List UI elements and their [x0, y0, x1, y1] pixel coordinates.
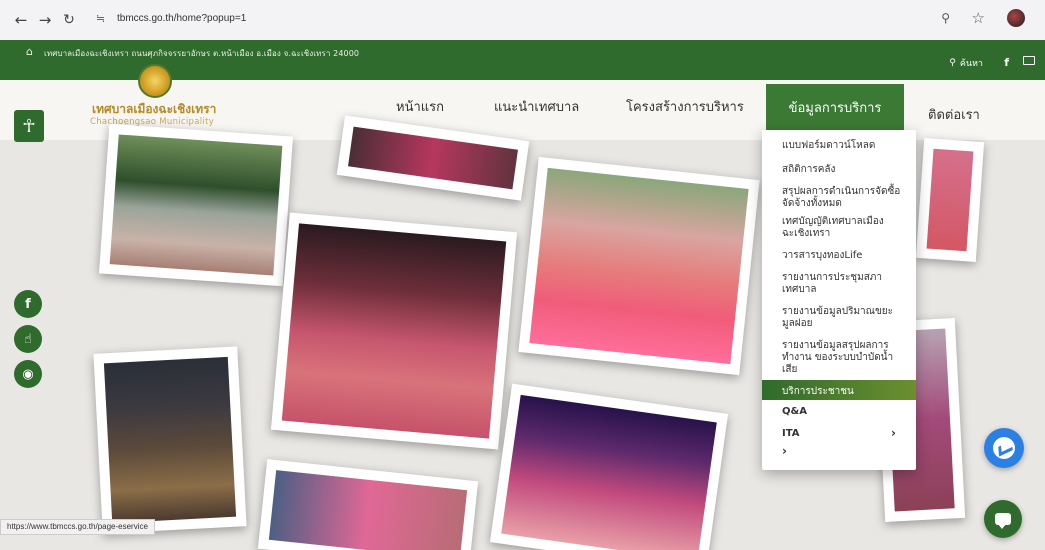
accessibility-icon[interactable]: ☥	[14, 110, 44, 142]
menu-item-eservice[interactable]: บริการประชาชน	[762, 380, 916, 400]
collage-photo	[98, 123, 294, 287]
nav-home[interactable]: หน้าแรก	[396, 96, 444, 117]
collage-photo	[270, 212, 518, 450]
messenger-icon[interactable]	[984, 428, 1024, 468]
municipality-address: เทศบาลเมืองฉะเชิงเทรา ถนนศุภกิจจรรยาอักษ…	[44, 49, 360, 58]
browser-toolbar: ← → ↻ ≒ tbmccs.go.th/home?popup=1 ⚲ ☆	[0, 0, 1045, 40]
facebook-icon[interactable]: f	[14, 290, 42, 318]
address-bar-url[interactable]: tbmccs.go.th/home?popup=1	[117, 13, 246, 24]
menu-item-council-minutes[interactable]: รายงานการประชุมสภาเทศบาล	[782, 272, 902, 296]
status-bar-url: https://www.tbmccs.go.th/page-eservice	[0, 519, 155, 535]
back-arrow-icon[interactable]: ←	[10, 9, 32, 31]
menu-item-qa[interactable]: Q&A	[782, 406, 902, 418]
site-address-bar: ⌂ เทศบาลเมืองฉะเชิงเทรา ถนนศุภกิจจรรยาอั…	[0, 40, 1045, 64]
search-icon: ⚲	[949, 58, 956, 68]
profile-avatar-icon[interactable]	[1007, 9, 1025, 27]
collage-photo	[93, 346, 247, 534]
chevron-right-icon[interactable]: ›	[891, 426, 896, 440]
menu-item-journal[interactable]: วารสารบุงทองLife	[782, 250, 902, 262]
menu-item-ita[interactable]: ITA	[782, 428, 902, 440]
search-link[interactable]: ⚲ ค้นหา	[949, 56, 983, 70]
bookmark-star-icon[interactable]: ☆	[972, 9, 985, 27]
reload-icon[interactable]: ↻	[58, 9, 80, 31]
chevron-right-icon[interactable]: ›	[782, 444, 787, 458]
services-dropdown-menu: แบบฟอร์มดาวน์โหลด สถิติการคลัง สรุปผลการ…	[762, 130, 916, 470]
menu-item-eservice-label: บริการประชาชน	[782, 386, 854, 397]
forward-arrow-icon[interactable]: →	[34, 9, 56, 31]
menu-item-ordinances[interactable]: เทศบัญญัติเทศบาลเมืองฉะเชิงเทรา	[782, 216, 902, 240]
menu-item-procurement-summary[interactable]: สรุปผลการดำเนินการจัดซื้อจัดจ้างทั้งหมด	[782, 186, 902, 210]
nav-contact[interactable]: ติดต่อเรา	[928, 104, 980, 125]
chat-icon[interactable]	[984, 500, 1022, 538]
nav-intro[interactable]: แนะนำเทศบาล	[494, 96, 579, 117]
collage-photo	[518, 156, 760, 376]
collage-photo	[257, 459, 479, 550]
nav-structure[interactable]: โครงสร้างการบริหาร	[626, 96, 744, 117]
municipality-logo-icon[interactable]	[138, 64, 172, 98]
menu-item-wastewater-report[interactable]: รายงานข้อมูลสรุปผลการทำงาน ของระบบบำบัดน…	[782, 340, 902, 376]
menu-item-finance-stats[interactable]: สถิติการคลัง	[782, 164, 902, 176]
site-settings-icon[interactable]: ≒	[96, 12, 105, 25]
zoom-icon[interactable]: ⚲	[941, 11, 950, 25]
menu-item-waste-report[interactable]: รายงานข้อมูลปริมาณขยะมูลฝอย	[782, 306, 902, 330]
collage-photo	[489, 383, 729, 550]
desktop-icon[interactable]	[1023, 56, 1035, 65]
hand-pointer-icon[interactable]: ☝	[14, 325, 42, 353]
menu-item-download-forms[interactable]: แบบฟอร์มดาวน์โหลด	[782, 140, 902, 152]
facebook-icon[interactable]: f	[1004, 56, 1009, 69]
home-icon[interactable]: ⌂	[26, 45, 33, 58]
globe-icon[interactable]: ◉	[14, 360, 42, 388]
collage-photo	[915, 138, 985, 262]
nav-services[interactable]: ข้อมูลการบริการ	[766, 84, 904, 130]
search-label: ค้นหา	[959, 59, 983, 69]
